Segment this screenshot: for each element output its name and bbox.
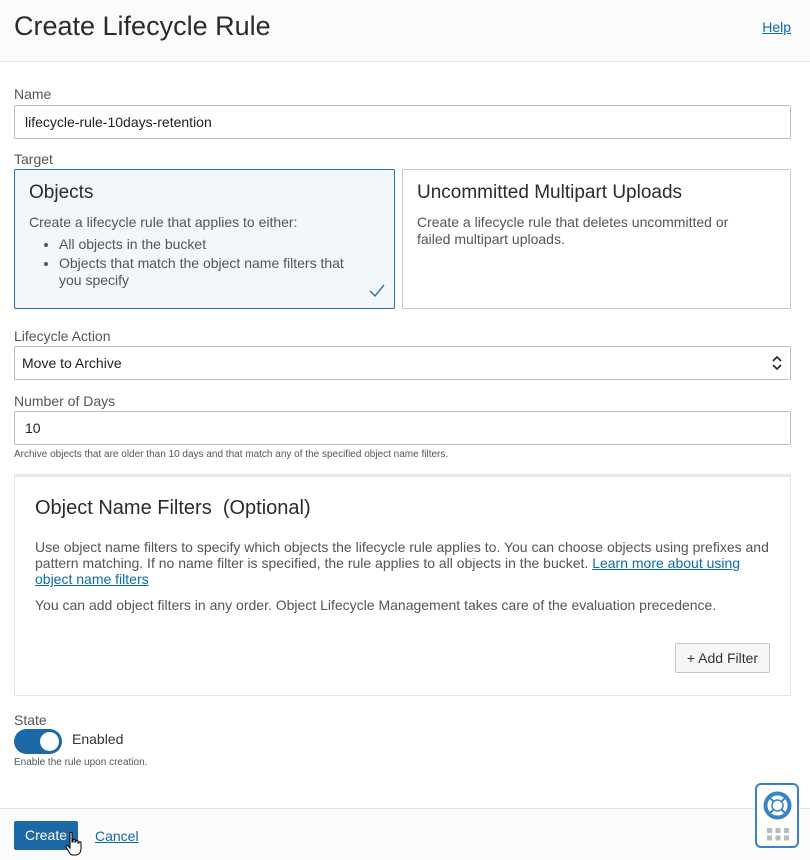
state-toggle-label: Enabled	[72, 731, 124, 747]
lifecycle-action-label: Lifecycle Action	[14, 328, 111, 344]
option-bullet: All objects in the bucket	[59, 236, 359, 253]
filters-optional-text: (Optional)	[222, 497, 311, 519]
dialog-footer: Create Cancel	[0, 808, 810, 860]
target-option-objects[interactable]: Objects Create a lifecycle rule that app…	[14, 169, 395, 309]
days-input[interactable]: 10	[14, 411, 791, 445]
check-icon	[369, 284, 385, 298]
select-value: Move to Archive	[22, 355, 122, 371]
option-title: Objects	[29, 182, 94, 203]
lifebuoy-icon	[763, 791, 792, 820]
filters-title-text: Object Name Filters	[35, 497, 212, 519]
target-label: Target	[14, 151, 53, 167]
option-description: Create a lifecycle rule that applies to …	[29, 214, 298, 230]
days-hint: Archive objects that are older than 10 d…	[14, 449, 449, 460]
updown-chevron-icon	[772, 355, 782, 371]
cancel-link[interactable]: Cancel	[95, 828, 139, 844]
state-label: State	[14, 712, 47, 728]
support-widget[interactable]	[755, 783, 799, 848]
filters-title: Object Name Filters (Optional)	[35, 497, 311, 520]
page-title: Create Lifecycle Rule	[14, 11, 271, 41]
state-hint: Enable the rule upon creation.	[14, 757, 148, 768]
option-bullets: All objects in the bucket Objects that m…	[59, 236, 359, 291]
help-link[interactable]: Help	[762, 19, 791, 35]
target-option-multipart-uploads[interactable]: Uncommitted Multipart Uploads Create a l…	[402, 169, 791, 309]
lifecycle-action-select[interactable]: Move to Archive	[14, 346, 791, 380]
object-name-filters-panel: Object Name Filters (Optional) Use objec…	[14, 474, 791, 696]
state-toggle[interactable]	[14, 729, 62, 754]
filters-description: Use object name filters to specify which…	[35, 539, 775, 587]
name-input[interactable]: lifecycle-rule-10days-retention	[14, 105, 791, 139]
toggle-knob	[40, 732, 59, 751]
days-label: Number of Days	[14, 393, 116, 409]
option-bullet: Objects that match the object name filte…	[59, 255, 359, 289]
dialog-header: Create Lifecycle Rule Help	[0, 0, 810, 62]
add-filter-button[interactable]: + Add Filter	[675, 643, 770, 673]
hand-pointer-icon	[65, 831, 82, 856]
option-title: Uncommitted Multipart Uploads	[417, 182, 683, 203]
name-label: Name	[14, 86, 52, 102]
filters-note: You can add object filters in any order.…	[35, 597, 717, 613]
option-description: Create a lifecycle rule that deletes unc…	[417, 214, 729, 247]
drag-grip-icon	[767, 828, 789, 841]
